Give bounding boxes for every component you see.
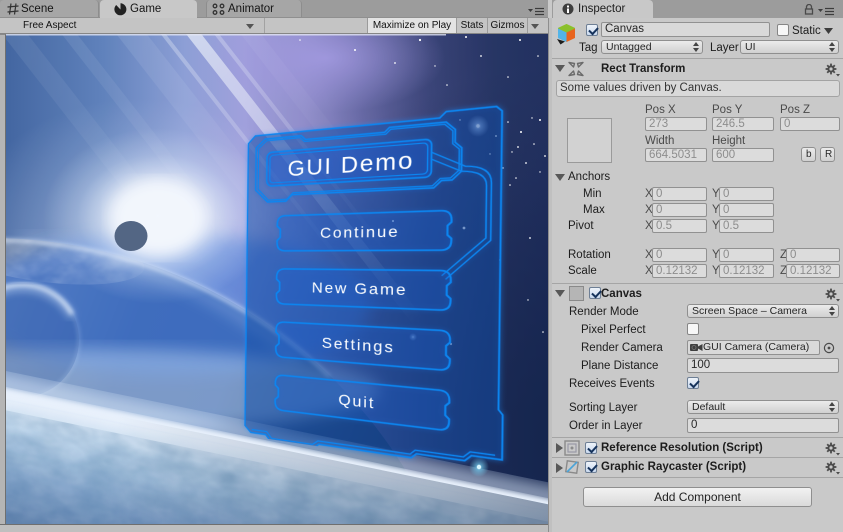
svg-text:Continue: Continue bbox=[320, 223, 400, 241]
svg-text:New Game: New Game bbox=[312, 280, 408, 299]
